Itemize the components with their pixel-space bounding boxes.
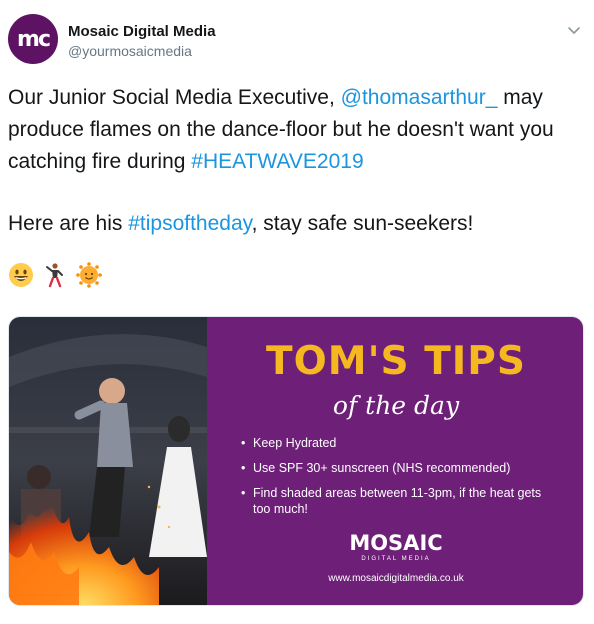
mosaic-logo: MOSAIC DIGITAL MEDIA — [343, 531, 449, 567]
logo-wordmark: MOSAIC — [349, 531, 443, 555]
tweet-header: mc Mosaic Digital Media @yourmosaicmedia — [8, 14, 586, 64]
avatar[interactable]: mc — [8, 14, 58, 64]
tweet-paragraph-2: Here are his #tipsoftheday, stay safe su… — [8, 208, 580, 240]
emoji-row — [8, 260, 102, 290]
avatar-logo-text: mc — [17, 26, 51, 52]
tips-card: TOM'S TIPS of the day Keep Hydrated Use … — [207, 317, 583, 605]
tweet-media-image[interactable]: TOM'S TIPS of the day Keep Hydrated Use … — [8, 316, 584, 606]
logo-tagline: DIGITAL MEDIA — [361, 556, 431, 562]
sun-with-face-icon — [76, 262, 102, 288]
dance-floor-photo — [9, 317, 207, 605]
card-title: TOM'S TIPS — [266, 339, 526, 384]
text-segment: Here are his — [8, 212, 129, 235]
card-url: www.mosaicdigitalmedia.co.uk — [328, 573, 464, 584]
tweet-paragraph-1: Our Junior Social Media Executive, @thom… — [8, 82, 580, 178]
card-subtitle: of the day — [332, 391, 460, 420]
hashtag-link-tips[interactable]: #tipsoftheday — [128, 212, 251, 235]
display-name[interactable]: Mosaic Digital Media — [68, 23, 216, 41]
user-handle[interactable]: @yourmosaicmedia — [68, 42, 216, 60]
man-dancing-icon — [46, 263, 63, 288]
text-segment: Our Junior Social Media Executive, — [8, 86, 341, 109]
tweet-text: Our Junior Social Media Executive, @thom… — [8, 82, 580, 240]
grinning-face-icon — [9, 263, 33, 287]
tip-item: Keep Hydrated — [239, 435, 549, 451]
hashtag-link-heatwave[interactable]: #HEATWAVE2019 — [191, 150, 363, 173]
chevron-down-icon[interactable] — [566, 22, 582, 38]
mention-link[interactable]: @thomasarthur_ — [341, 86, 498, 109]
tip-item: Find shaded areas between 11-3pm, if the… — [239, 485, 549, 517]
tips-list: Keep Hydrated Use SPF 30+ sunscreen (NHS… — [239, 435, 549, 526]
tip-item: Use SPF 30+ sunscreen (NHS recommended) — [239, 460, 549, 476]
author-block[interactable]: Mosaic Digital Media @yourmosaicmedia — [68, 23, 216, 60]
text-segment: , stay safe sun-seekers! — [251, 212, 474, 235]
